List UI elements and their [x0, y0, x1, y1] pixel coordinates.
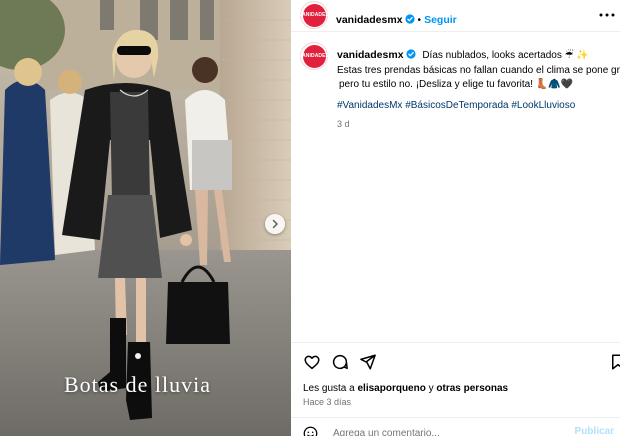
publish-button[interactable]: Publicar [575, 426, 614, 436]
likes-others-link[interactable]: otras personas [436, 383, 508, 394]
chevron-right-icon [272, 219, 278, 229]
comment-bar: Publicar [291, 420, 620, 436]
bookmark-icon[interactable] [609, 353, 620, 371]
verified-icon [404, 14, 415, 24]
separator-dot: • [417, 15, 422, 26]
heart-icon[interactable] [303, 353, 321, 371]
likes-user-link[interactable]: elisaporqueno [357, 383, 425, 394]
caption-line-2: Estas tres prendas básicas no fallan cua… [337, 64, 620, 76]
avatar[interactable]: VANIDADES [299, 1, 329, 29]
caption-line-1: Días nublados, looks acertados ☔ ✨ [422, 50, 589, 61]
post-date[interactable]: Hace 3 días [303, 397, 351, 407]
post-age[interactable]: 3 d [337, 117, 619, 132]
likes-summary: Les gusta a elisaporqueno y otras person… [303, 383, 508, 394]
street-style-photo [0, 0, 291, 436]
hashtags[interactable]: #VanidadesMx #BásicosDeTemporada #LookLl… [337, 99, 619, 114]
actions-divider [291, 342, 620, 343]
comment-divider [291, 417, 620, 418]
avatar-logo-text: VANIDADES [299, 12, 329, 18]
post-image[interactable]: Botas de lluvia [0, 0, 291, 436]
caption-avatar-logo-text: VANIDADES [299, 53, 329, 59]
caption-line-3: pero tu estilo no. ¡Desliza y elige tu f… [339, 79, 574, 90]
caption-avatar[interactable]: VANIDADES [299, 42, 329, 70]
header-divider [291, 31, 620, 32]
share-icon[interactable] [359, 353, 377, 371]
emoji-icon[interactable] [303, 426, 318, 436]
next-image-button[interactable] [265, 214, 285, 234]
likes-mid: y [425, 383, 437, 394]
verified-icon [405, 49, 416, 59]
image-overlay-text: Botas de lluvia [64, 372, 211, 397]
more-icon[interactable] [598, 8, 616, 22]
follow-button[interactable]: Seguir [424, 14, 457, 26]
header-username[interactable]: vanidadesmx [336, 14, 403, 26]
caption-username[interactable]: vanidadesmx [337, 49, 404, 61]
comment-input[interactable] [333, 426, 533, 436]
likes-prefix: Les gusta a [303, 383, 358, 394]
comment-icon[interactable] [331, 353, 349, 371]
